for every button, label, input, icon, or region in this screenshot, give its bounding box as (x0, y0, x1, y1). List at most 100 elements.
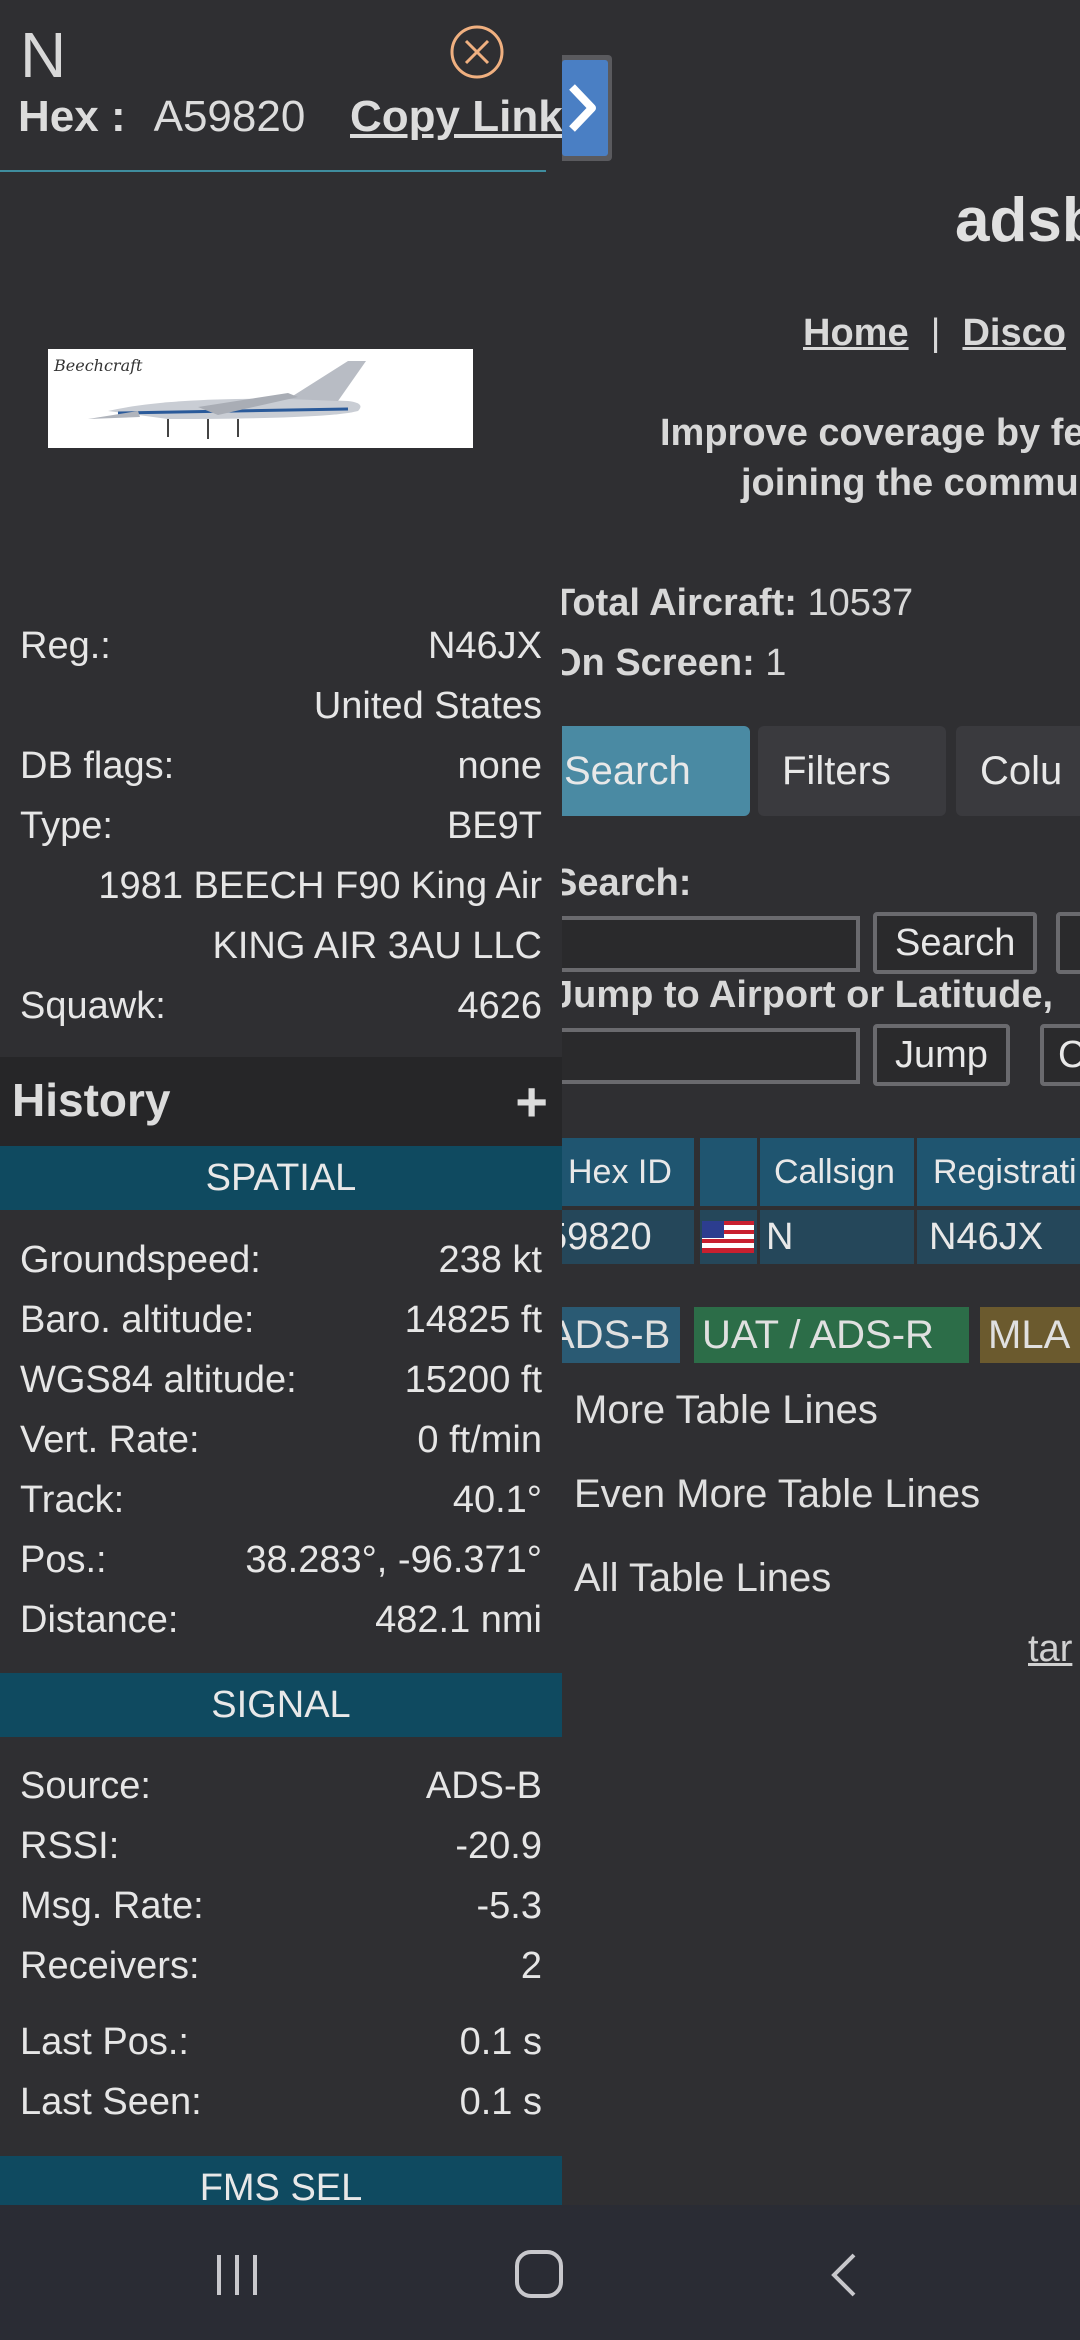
info-value: KING AIR 3AU LLC (212, 925, 542, 967)
home-link[interactable]: Home (803, 312, 909, 354)
expand-panel-button[interactable] (558, 55, 612, 161)
spatial-value: 0 ft/min (417, 1419, 542, 1461)
signal-row-msg-rate: Msg. Rate: -5.3 (20, 1876, 542, 1936)
history-expand-icon[interactable]: + (515, 1069, 548, 1134)
signal-section-header[interactable]: SIGNAL (0, 1673, 562, 1737)
footer-link[interactable]: tar (1028, 1628, 1072, 1671)
us-flag-icon (702, 1221, 754, 1253)
search-input[interactable] (540, 916, 860, 972)
header-divider (0, 170, 546, 172)
aircraft-callsign: N (20, 19, 67, 91)
spatial-row-distance: Distance: 482.1 nmi (20, 1590, 542, 1650)
total-aircraft-label: Total Aircraft: (552, 582, 797, 624)
jump-input[interactable] (540, 1028, 860, 1084)
main-page: adsb Home | Disco Improve coverage by fe j… (540, 0, 1080, 2205)
on-screen-value: 1 (765, 642, 787, 684)
row-hex: 59820 (540, 1210, 697, 1264)
info-row-owner: KING AIR 3AU LLC (20, 916, 542, 976)
signal-label: Last Seen: (20, 2081, 202, 2123)
signal-value: ADS-B (425, 1765, 542, 1807)
tab-filters[interactable]: Filters (758, 726, 946, 816)
improve-coverage-text-2: joining the commu (741, 462, 1079, 504)
spatial-label: Baro. altitude: (20, 1299, 255, 1341)
hex-label: Hex : (18, 92, 126, 141)
total-aircraft: Total Aircraft: 10537 (552, 582, 913, 625)
close-icon[interactable] (449, 24, 505, 80)
info-label: Squawk: (20, 985, 166, 1027)
back-icon[interactable] (826, 2251, 860, 2299)
signal-value: -20.9 (455, 1825, 542, 1867)
clear-jump-button[interactable]: C (1040, 1024, 1080, 1086)
col-callsign[interactable]: Callsign (760, 1138, 917, 1206)
total-aircraft-value: 10537 (807, 582, 914, 624)
all-table-lines-option[interactable]: All Table Lines (540, 1556, 831, 1601)
signal-value: 0.1 s (459, 2081, 542, 2123)
search-button[interactable]: Search (873, 912, 1038, 974)
info-label: DB flags: (20, 745, 175, 787)
badge-uat: UAT / ADS-R (694, 1307, 969, 1363)
spatial-label: Pos.: (20, 1539, 107, 1581)
on-screen-count: On Screen: 1 (552, 642, 786, 685)
aircraft-info-panel: N Hex : A59820 Copy Link Beechcraft Reg.:… (0, 0, 562, 2205)
more-table-lines-option[interactable]: More Table Lines (540, 1388, 878, 1433)
spatial-value: 40.1° (452, 1479, 542, 1521)
col-hex-id[interactable]: Hex ID (540, 1138, 697, 1206)
signal-value: 2 (520, 1945, 542, 1987)
expand-right-icon (569, 84, 596, 132)
aircraft-photo-image: Beechcraft (48, 349, 473, 448)
tab-columns[interactable]: Colu (956, 726, 1080, 816)
system-nav-bar (0, 2205, 1080, 2340)
info-value: N46JX (427, 625, 542, 667)
info-row-dbflags: DB flags: none (20, 736, 542, 796)
svg-text:Beechcraft: Beechcraft (53, 356, 143, 375)
col-registration[interactable]: Registrati (917, 1138, 1080, 1206)
col-flag[interactable] (700, 1138, 760, 1206)
signal-value: 0.1 s (459, 2021, 542, 2063)
info-row-type: Type: BE9T (20, 796, 542, 856)
aircraft-photo[interactable]: Beechcraft (48, 349, 473, 448)
spatial-row-position: Pos.: 38.283°, -96.371° (20, 1530, 542, 1590)
info-row-reg: Reg.: N46JX (20, 616, 542, 676)
history-bar[interactable]: History + (0, 1057, 562, 1147)
tab-search[interactable]: Search (540, 726, 750, 816)
top-nav: Home | Disco (803, 312, 1066, 355)
copy-link[interactable]: Copy Link (350, 92, 562, 142)
spatial-label: Groundspeed: (20, 1239, 261, 1281)
more-table-lines-label: More Table Lines (574, 1388, 878, 1432)
signal-row-source: Source: ADS-B (20, 1756, 542, 1816)
on-screen-label: On Screen: (552, 642, 755, 684)
search-label: Search: (552, 862, 692, 904)
badge-mlat: MLA (980, 1307, 1080, 1363)
signal-label: Msg. Rate: (20, 1885, 204, 1927)
spatial-row-baro-altitude: Baro. altitude: 14825 ft (20, 1290, 542, 1350)
spatial-row-vert-rate: Vert. Rate: 0 ft/min (20, 1410, 542, 1470)
home-icon[interactable] (514, 2249, 564, 2299)
fms-section-header[interactable]: FMS SEL (0, 2156, 562, 2205)
info-value: 4626 (457, 985, 542, 1027)
signal-row-receivers: Receivers: 2 (20, 1936, 542, 1996)
info-label: Type: (20, 805, 113, 847)
clear-search-button[interactable] (1056, 912, 1080, 974)
spatial-label: Track: (20, 1479, 125, 1521)
spatial-value: 38.283°, -96.371° (245, 1539, 542, 1581)
spatial-value: 238 kt (438, 1239, 542, 1281)
spatial-value: 15200 ft (404, 1359, 542, 1401)
info-row-description: 1981 BEECH F90 King Air (20, 856, 542, 916)
signal-row-last-seen: Last Seen: 0.1 s (20, 2072, 542, 2132)
site-title: adsb (955, 186, 1080, 255)
even-more-table-lines-option[interactable]: Even More Table Lines (540, 1472, 980, 1517)
recent-apps-icon[interactable] (214, 2253, 260, 2297)
info-value: none (457, 745, 542, 787)
signal-row-rssi: RSSI: -20.9 (20, 1816, 542, 1876)
jump-label: Jump to Airport or Latitude, (552, 974, 1054, 1016)
spatial-value: 14825 ft (404, 1299, 542, 1341)
spatial-section-header[interactable]: SPATIAL (0, 1146, 562, 1210)
signal-label: Last Pos.: (20, 2021, 189, 2063)
improve-coverage-text-1: Improve coverage by fe (660, 412, 1080, 454)
row-flag (700, 1210, 760, 1264)
info-row-country: United States (20, 676, 542, 736)
jump-button[interactable]: Jump (873, 1024, 1010, 1086)
spatial-row-track: Track: 40.1° (20, 1470, 542, 1530)
info-label: Reg.: (20, 625, 111, 667)
discord-link[interactable]: Disco (962, 312, 1065, 354)
